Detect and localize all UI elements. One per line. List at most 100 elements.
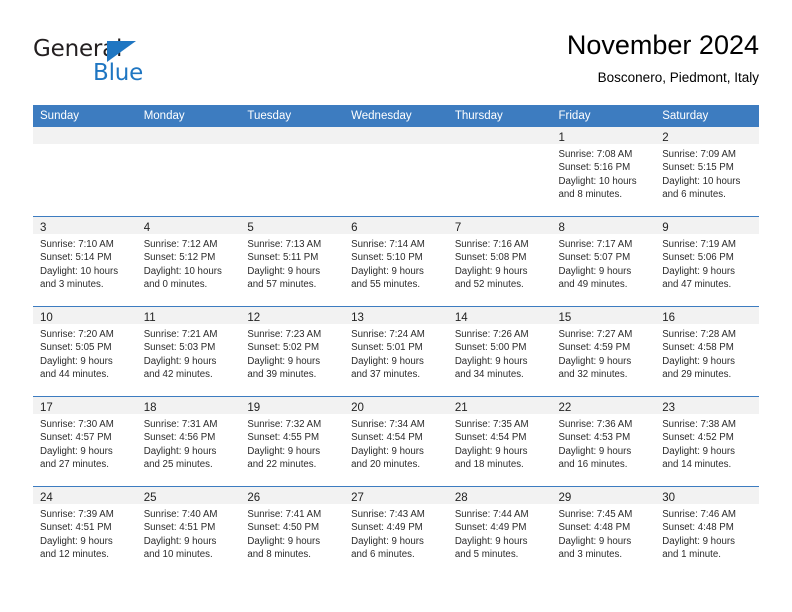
day-number: 17	[40, 402, 53, 414]
calendar-day-cell[interactable]: 9 Sunrise: 7:19 AM Sunset: 5:06 PM Daylight…	[655, 216, 759, 307]
calendar-day-cell[interactable]: 2 Sunrise: 7:09 AM Sunset: 5:15 PM Daylight…	[655, 127, 759, 217]
day-details: Sunrise: 7:40 AM Sunset: 4:51 PM Daylight:…	[137, 504, 241, 561]
calendar-day-cell[interactable]: 3 Sunrise: 7:10 AM Sunset: 5:14 PM Daylight…	[33, 216, 137, 307]
day-number: 9	[662, 222, 669, 234]
sunrise-text: Sunrise: 7:14 AM	[351, 239, 425, 250]
day-number-strip: 19	[240, 397, 345, 414]
day-details: Sunrise: 7:28 AM Sunset: 4:58 PM Daylight:…	[655, 324, 759, 381]
calendar-day-cell[interactable]: 14 Sunrise: 7:26 AM Sunset: 5:00 PM Dayligh…	[447, 306, 552, 397]
day-details: Sunrise: 7:09 AM Sunset: 5:15 PM Daylight:…	[655, 144, 759, 201]
calendar-day-cell[interactable]: 24 Sunrise: 7:39 AM Sunset: 4:51 PM Dayligh…	[33, 486, 137, 576]
day-number-strip: 9	[655, 217, 759, 234]
day-details: Sunrise: 7:30 AM Sunset: 4:57 PM Daylight:…	[33, 414, 137, 471]
sunrise-text: Sunrise: 7:40 AM	[143, 509, 218, 520]
sunset-text: Sunset: 4:52 PM	[662, 432, 734, 444]
day-number-strip: 22	[551, 397, 656, 414]
calendar-day-cell[interactable]: 18 Sunrise: 7:31 AM Sunset: 4:56 PM Dayligh…	[136, 396, 241, 487]
day-number: 8	[558, 222, 565, 234]
sunset-text: Sunset: 5:03 PM	[143, 342, 216, 354]
day-number-strip: 14	[447, 307, 552, 324]
daylight-text: Daylight: 9 hours	[143, 445, 217, 457]
title-block: November 2024 Bosconero, Piedmont, Italy	[567, 28, 759, 88]
day-number-strip: 15	[551, 307, 656, 324]
day-details: Sunrise: 7:21 AM Sunset: 5:03 PM Daylight:…	[137, 324, 241, 381]
sunrise-text: Sunrise: 7:20 AM	[40, 329, 114, 340]
day-number-strip: 12	[240, 307, 345, 324]
sunset-text: Sunset: 5:01 PM	[351, 342, 423, 354]
day-details: Sunrise: 7:41 AM Sunset: 4:50 PM Daylight:…	[240, 504, 344, 561]
calendar-day-cell[interactable]: 21 Sunrise: 7:35 AM Sunset: 4:54 PM Dayligh…	[447, 396, 552, 487]
day-details: Sunrise: 7:19 AM Sunset: 5:06 PM Daylight:…	[655, 234, 759, 291]
calendar-day-cell[interactable]: 4 Sunrise: 7:12 AM Sunset: 5:12 PM Daylight…	[136, 216, 241, 307]
sunrise-text: Sunrise: 7:13 AM	[247, 239, 322, 250]
day-number: 24	[40, 492, 53, 504]
calendar-empty-cell	[240, 127, 345, 217]
sunset-text: Sunset: 4:49 PM	[351, 522, 423, 534]
day-number: 11	[143, 312, 156, 324]
sunrise-text: Sunrise: 7:34 AM	[351, 419, 425, 430]
calendar-day-cell[interactable]: 27 Sunrise: 7:43 AM Sunset: 4:49 PM Dayligh…	[344, 486, 448, 576]
day-details: Sunrise: 7:39 AM Sunset: 4:51 PM Daylight:…	[33, 504, 137, 561]
calendar-day-cell[interactable]: 12 Sunrise: 7:23 AM Sunset: 5:02 PM Dayligh…	[240, 306, 345, 397]
calendar-day-cell[interactable]: 20 Sunrise: 7:34 AM Sunset: 4:54 PM Dayligh…	[344, 396, 448, 487]
calendar-empty-cell	[33, 127, 137, 217]
daylight-text: Daylight: 9 hours	[454, 535, 528, 547]
calendar-day-cell[interactable]: 15 Sunrise: 7:27 AM Sunset: 4:59 PM Dayligh…	[551, 306, 656, 397]
sunrise-text: Sunrise: 7:30 AM	[40, 419, 114, 430]
day-number-strip: 17	[33, 397, 137, 414]
day-number-strip: 26	[240, 487, 345, 504]
calendar-day-cell[interactable]: 16 Sunrise: 7:28 AM Sunset: 4:58 PM Dayligh…	[655, 306, 759, 397]
calendar-day-cell[interactable]: 30 Sunrise: 7:46 AM Sunset: 4:48 PM Dayligh…	[655, 486, 759, 576]
sunrise-text: Sunrise: 7:35 AM	[454, 419, 529, 430]
calendar-day-cell[interactable]: 6 Sunrise: 7:14 AM Sunset: 5:10 PM Daylight…	[344, 216, 448, 307]
page-header: General Blue November 2024 Bosconero, Pi…	[33, 28, 759, 96]
day-details: Sunrise: 7:38 AM Sunset: 4:52 PM Daylight:…	[655, 414, 759, 471]
calendar-table: Sunday Monday Tuesday Wednesday Thursday Frid…	[33, 105, 759, 576]
day-number: 29	[558, 492, 572, 504]
calendar-day-cell[interactable]: 22 Sunrise: 7:36 AM Sunset: 4:53 PM Dayligh…	[551, 396, 656, 487]
daylight-text-cont: and 20 minutes.	[351, 458, 421, 470]
sunset-text: Sunset: 4:50 PM	[247, 522, 320, 534]
sunset-text: Sunset: 4:54 PM	[351, 432, 423, 444]
day-details: Sunrise: 7:32 AM Sunset: 4:55 PM Daylight:…	[240, 414, 344, 471]
sunset-text: Sunset: 4:51 PM	[40, 522, 112, 534]
calendar-day-cell[interactable]: 23 Sunrise: 7:38 AM Sunset: 4:52 PM Dayligh…	[655, 396, 759, 487]
sunrise-text: Sunrise: 7:10 AM	[40, 239, 114, 250]
day-number: 25	[143, 492, 157, 504]
day-number: 4	[143, 222, 151, 234]
day-number-strip: 7	[447, 217, 552, 234]
day-number-strip: 24	[33, 487, 137, 504]
day-details: Sunrise: 7:08 AM Sunset: 5:16 PM Daylight:…	[552, 144, 656, 201]
calendar-day-cell[interactable]: 25 Sunrise: 7:40 AM Sunset: 4:51 PM Dayligh…	[136, 486, 241, 576]
calendar-day-cell[interactable]: 13 Sunrise: 7:24 AM Sunset: 5:01 PM Dayligh…	[344, 306, 448, 397]
calendar-day-cell[interactable]: 1 Sunrise: 7:08 AM Sunset: 5:16 PM Daylight…	[551, 127, 656, 217]
sunset-text: Sunset: 5:14 PM	[40, 252, 112, 264]
calendar-day-cell[interactable]: 28 Sunrise: 7:44 AM Sunset: 4:49 PM Dayligh…	[447, 486, 552, 576]
calendar-day-cell[interactable]: 19 Sunrise: 7:32 AM Sunset: 4:55 PM Dayligh…	[240, 396, 345, 487]
calendar-body: 1 Sunrise: 7:08 AM Sunset: 5:16 PM Daylight…	[33, 127, 759, 576]
sunrise-text: Sunrise: 7:27 AM	[558, 329, 633, 340]
calendar-day-cell[interactable]: 26 Sunrise: 7:41 AM Sunset: 4:50 PM Dayligh…	[240, 486, 345, 576]
calendar-day-cell[interactable]: 29 Sunrise: 7:45 AM Sunset: 4:48 PM Dayligh…	[551, 486, 656, 576]
day-number-strip: 27	[344, 487, 448, 504]
calendar-day-cell[interactable]: 17 Sunrise: 7:30 AM Sunset: 4:57 PM Dayligh…	[33, 396, 137, 487]
day-details: Sunrise: 7:31 AM Sunset: 4:56 PM Daylight:…	[137, 414, 241, 471]
sunrise-text: Sunrise: 7:39 AM	[40, 509, 114, 520]
sunset-text: Sunset: 5:00 PM	[454, 342, 527, 354]
day-number-strip: 21	[447, 397, 552, 414]
calendar-day-cell[interactable]: 10 Sunrise: 7:20 AM Sunset: 5:05 PM Dayligh…	[33, 306, 137, 397]
daylight-text-cont: and 8 minutes.	[247, 548, 311, 560]
day-number-strip	[33, 127, 137, 144]
calendar-day-cell[interactable]: 5 Sunrise: 7:13 AM Sunset: 5:11 PM Daylight…	[240, 216, 345, 307]
generalblue-logo[interactable]: General Blue	[33, 28, 283, 92]
calendar-day-cell[interactable]: 11 Sunrise: 7:21 AM Sunset: 5:03 PM Dayligh…	[136, 306, 241, 397]
sunrise-text: Sunrise: 7:32 AM	[247, 419, 322, 430]
day-number-strip: 4	[136, 217, 241, 234]
day-number-strip: 30	[655, 487, 759, 504]
calendar-day-cell[interactable]: 8 Sunrise: 7:17 AM Sunset: 5:07 PM Daylight…	[551, 216, 656, 307]
day-number: 16	[662, 312, 676, 324]
daylight-text-cont: and 22 minutes.	[247, 458, 317, 470]
calendar-day-cell[interactable]: 7 Sunrise: 7:16 AM Sunset: 5:08 PM Daylight…	[447, 216, 552, 307]
daylight-text: Daylight: 10 hours	[143, 265, 222, 277]
daylight-text-cont: and 18 minutes.	[454, 458, 524, 470]
